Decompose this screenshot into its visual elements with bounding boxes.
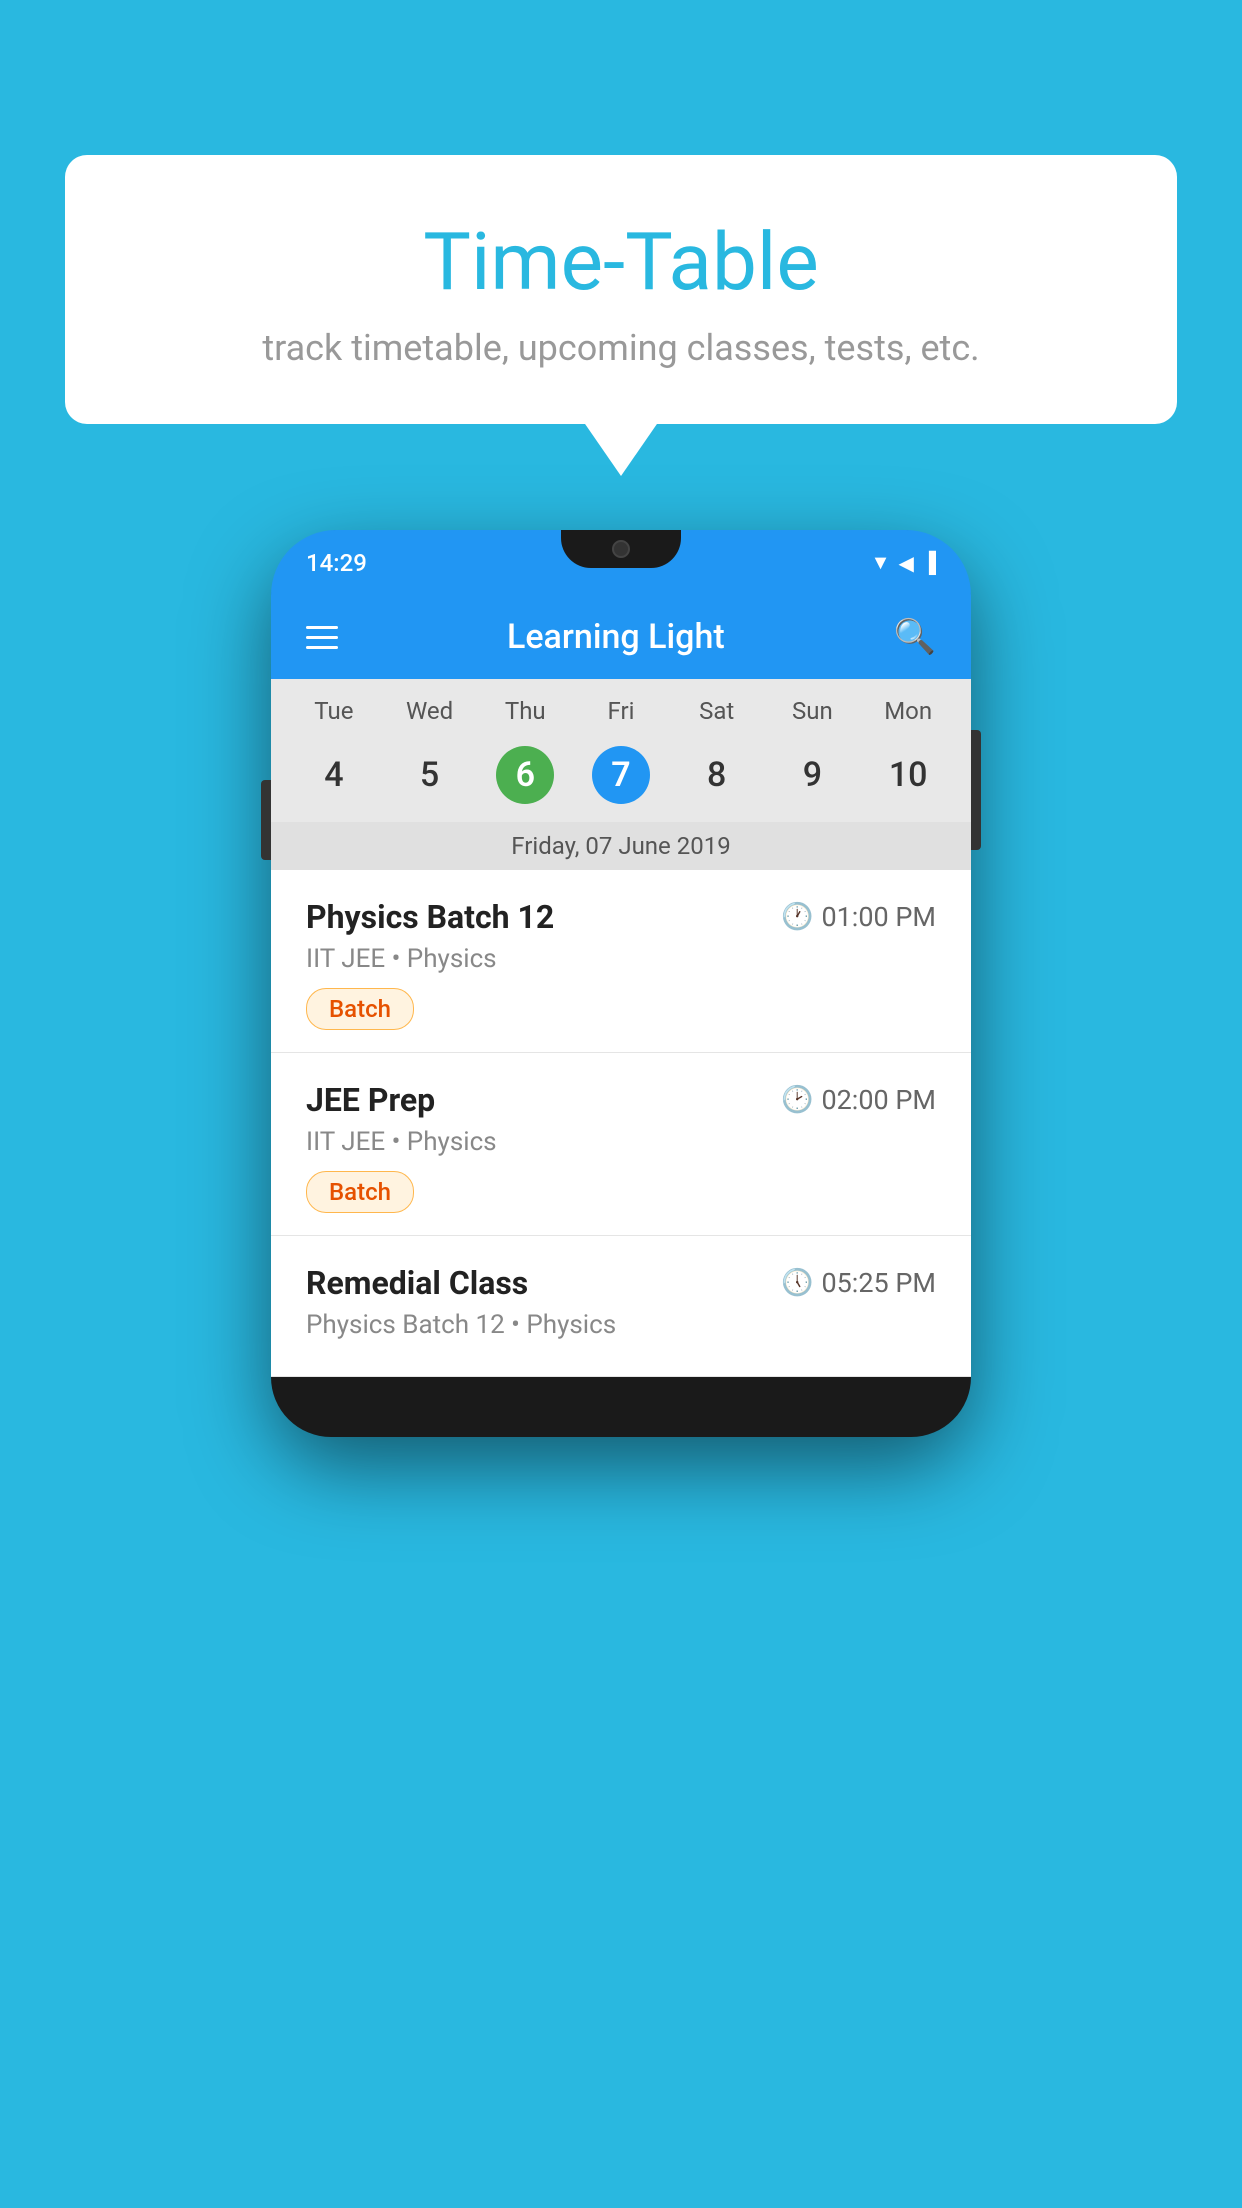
day-fri[interactable]: Fri xyxy=(573,697,669,725)
schedule-item-2-time-text: 02:00 PM xyxy=(821,1084,936,1116)
schedule-list: Physics Batch 12 🕐 01:00 PM IIT JEE • Ph… xyxy=(271,870,971,1377)
phone-bottom xyxy=(271,1377,971,1437)
battery-icon: ▐ xyxy=(922,550,936,575)
date-9[interactable]: 9 xyxy=(765,738,861,812)
power-button xyxy=(971,730,981,850)
clock-icon-3: 🕔 xyxy=(781,1268,813,1298)
schedule-item-2-meta: IIT JEE • Physics xyxy=(306,1127,936,1157)
date-4[interactable]: 4 xyxy=(286,738,382,812)
date-7[interactable]: 7 xyxy=(573,738,669,812)
hamburger-line xyxy=(306,636,338,639)
search-icon[interactable]: 🔍 xyxy=(894,617,936,657)
day-wed[interactable]: Wed xyxy=(382,697,478,725)
day-thu[interactable]: Thu xyxy=(477,697,573,725)
volume-button xyxy=(261,780,271,860)
app-title: Learning Light xyxy=(507,617,725,657)
speech-bubble: Time-Table track timetable, upcoming cla… xyxy=(65,155,1177,424)
app-header: Learning Light 🔍 xyxy=(271,595,971,679)
schedule-item-2-header: JEE Prep 🕑 02:00 PM xyxy=(306,1081,936,1119)
bubble-subtitle: track timetable, upcoming classes, tests… xyxy=(115,327,1127,369)
front-camera xyxy=(612,540,630,558)
schedule-item-1-header: Physics Batch 12 🕐 01:00 PM xyxy=(306,898,936,936)
batch-tag-2: Batch xyxy=(306,1171,414,1213)
day-mon[interactable]: Mon xyxy=(860,697,956,725)
schedule-item-3-header: Remedial Class 🕔 05:25 PM xyxy=(306,1264,936,1302)
signal-icon: ◀ xyxy=(898,551,913,575)
schedule-item-1[interactable]: Physics Batch 12 🕐 01:00 PM IIT JEE • Ph… xyxy=(271,870,971,1053)
batch-tag-1: Batch xyxy=(306,988,414,1030)
notch xyxy=(561,530,681,568)
clock-icon-2: 🕑 xyxy=(781,1085,813,1115)
schedule-item-1-time-text: 01:00 PM xyxy=(821,901,936,933)
day-sun[interactable]: Sun xyxy=(765,697,861,725)
schedule-item-3-time: 🕔 05:25 PM xyxy=(781,1267,936,1299)
calendar-dates-row: 4 5 6 7 8 9 10 xyxy=(271,733,971,822)
app-content: Learning Light 🔍 Tue Wed Thu Fri Sat Sun… xyxy=(271,595,971,1377)
date-10[interactable]: 10 xyxy=(860,738,956,812)
schedule-item-2-time: 🕑 02:00 PM xyxy=(781,1084,936,1116)
hamburger-line xyxy=(306,626,338,629)
phone-wrapper: 14:29 ▼ ◀ ▐ Learning Light 🔍 xyxy=(65,530,1177,1437)
schedule-item-2-title: JEE Prep xyxy=(306,1081,435,1119)
date-today-circle: 6 xyxy=(496,746,554,804)
calendar: Tue Wed Thu Fri Sat Sun Mon 4 5 6 7 xyxy=(271,679,971,870)
clock-icon-1: 🕐 xyxy=(781,902,813,932)
status-time: 14:29 xyxy=(306,549,367,577)
phone: 14:29 ▼ ◀ ▐ Learning Light 🔍 xyxy=(271,530,971,1437)
schedule-item-2[interactable]: JEE Prep 🕑 02:00 PM IIT JEE • Physics Ba… xyxy=(271,1053,971,1236)
schedule-item-1-meta: IIT JEE • Physics xyxy=(306,944,936,974)
schedule-item-3-title: Remedial Class xyxy=(306,1264,528,1302)
schedule-item-3-time-text: 05:25 PM xyxy=(821,1267,936,1299)
calendar-days-row: Tue Wed Thu Fri Sat Sun Mon xyxy=(271,679,971,733)
schedule-item-1-time: 🕐 01:00 PM xyxy=(781,901,936,933)
hamburger-line xyxy=(306,646,338,649)
schedule-item-1-title: Physics Batch 12 xyxy=(306,898,554,936)
date-5[interactable]: 5 xyxy=(382,738,478,812)
date-selected-circle: 7 xyxy=(592,746,650,804)
status-icons: ▼ ◀ ▐ xyxy=(871,550,936,575)
selected-date-label: Friday, 07 June 2019 xyxy=(271,822,971,870)
schedule-item-3[interactable]: Remedial Class 🕔 05:25 PM Physics Batch … xyxy=(271,1236,971,1377)
hamburger-menu-button[interactable] xyxy=(306,626,338,649)
wifi-icon: ▼ xyxy=(871,550,891,575)
schedule-item-3-meta: Physics Batch 12 • Physics xyxy=(306,1310,936,1340)
bubble-title: Time-Table xyxy=(115,215,1127,309)
speech-bubble-section: Time-Table track timetable, upcoming cla… xyxy=(65,155,1177,424)
day-sat[interactable]: Sat xyxy=(669,697,765,725)
day-tue[interactable]: Tue xyxy=(286,697,382,725)
status-bar: 14:29 ▼ ◀ ▐ xyxy=(271,530,971,595)
date-6[interactable]: 6 xyxy=(477,738,573,812)
date-8[interactable]: 8 xyxy=(669,738,765,812)
